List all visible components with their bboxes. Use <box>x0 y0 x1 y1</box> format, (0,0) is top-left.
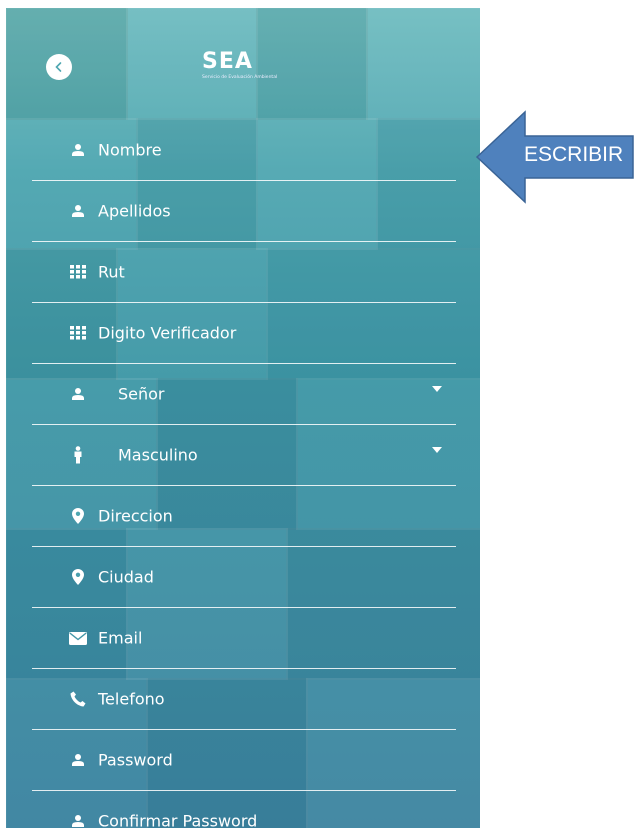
telefono-field[interactable]: Telefono <box>32 669 456 730</box>
user-icon <box>69 202 87 220</box>
logo-subtitle: Servicio de Evaluación Ambiental <box>202 75 278 80</box>
registration-screen: SEA Servicio de Evaluación Ambiental Nom… <box>6 8 480 828</box>
rut-field[interactable]: Rut <box>32 242 456 303</box>
confirmar-password-field[interactable]: Confirmar Password <box>32 791 456 828</box>
email-label: Email <box>98 628 143 648</box>
digito-verificador-field[interactable]: Digito Verificador <box>32 303 456 364</box>
ciudad-label: Ciudad <box>98 567 154 587</box>
sexo-value: Masculino <box>118 445 198 465</box>
digito-verificador-label: Digito Verificador <box>98 323 237 343</box>
callout-text: ESCRIBIR <box>524 143 624 166</box>
chevron-left-icon <box>53 58 65 77</box>
sexo-select[interactable]: Masculino <box>32 425 456 486</box>
user-icon <box>69 812 87 828</box>
keypad-icon <box>69 324 87 342</box>
back-button[interactable] <box>46 54 72 80</box>
nombre-field[interactable]: Nombre <box>32 120 456 181</box>
tratamiento-value: Señor <box>118 384 165 404</box>
apellidos-field[interactable]: Apellidos <box>32 181 456 242</box>
logo-text: SEA <box>202 49 253 74</box>
password-field[interactable]: Password <box>32 730 456 791</box>
map-pin-icon <box>69 568 87 586</box>
sea-logo: SEA Servicio de Evaluación Ambiental <box>202 51 286 85</box>
map-pin-icon <box>69 507 87 525</box>
dropdown-caret-icon <box>432 386 442 392</box>
telefono-label: Telefono <box>98 689 165 709</box>
rut-label: Rut <box>98 262 125 282</box>
envelope-icon <box>69 629 87 647</box>
male-icon <box>69 446 87 464</box>
nombre-label: Nombre <box>98 140 162 160</box>
phone-icon <box>69 690 87 708</box>
dropdown-caret-icon <box>432 447 442 453</box>
user-icon <box>69 751 87 769</box>
email-field[interactable]: Email <box>32 608 456 669</box>
user-icon <box>69 385 87 403</box>
user-icon <box>69 141 87 159</box>
ciudad-field[interactable]: Ciudad <box>32 547 456 608</box>
direccion-label: Direccion <box>98 506 173 526</box>
tratamiento-select[interactable]: Señor <box>32 364 456 425</box>
password-label: Password <box>98 750 173 770</box>
confirmar-password-label: Confirmar Password <box>98 811 258 829</box>
header: SEA Servicio de Evaluación Ambiental <box>6 8 480 120</box>
apellidos-label: Apellidos <box>98 201 171 221</box>
keypad-icon <box>69 263 87 281</box>
direccion-field[interactable]: Direccion <box>32 486 456 547</box>
